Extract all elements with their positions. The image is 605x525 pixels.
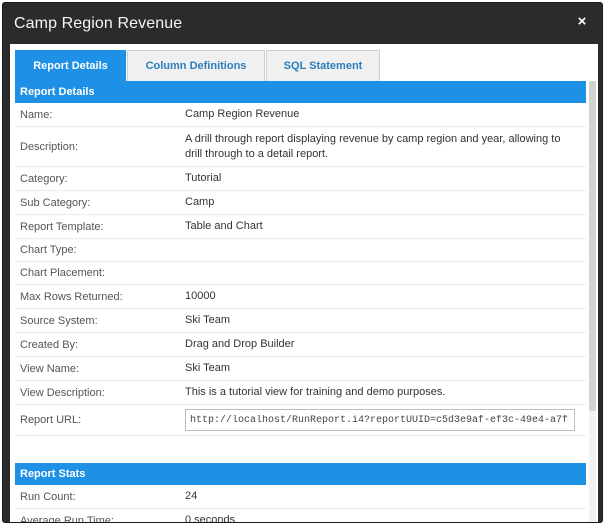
detail-label: Chart Type: [20,244,77,256]
stat-value: 24 [185,490,198,502]
detail-value: Ski Team [185,362,231,374]
tab-report-details[interactable]: Report Details [15,50,126,81]
detail-label: Max Rows Returned: [20,290,123,303]
detail-row-created-by: Created By: Drag and Drop Builder [15,333,586,357]
dialog-title: Camp Region Revenue [14,15,183,32]
detail-row-name: Name: Camp Region Revenue [15,103,586,127]
detail-row-chart-placement: Chart Placement: [15,262,586,285]
detail-label: Name: [20,108,53,121]
detail-value: Ski Team [185,314,231,326]
stat-row-run-count: Run Count: 24 [15,485,586,509]
detail-label: Source System: [20,314,98,327]
detail-label: View Name: [20,362,80,375]
dialog-titlebar[interactable]: Camp Region Revenue × [3,3,602,43]
stat-label: Average Run Time: [20,514,114,523]
report-details-header: Report Details [15,81,586,103]
detail-row-view-description: View Description: This is a tutorial vie… [15,381,586,405]
tab-sql-statement[interactable]: SQL Statement [266,50,380,81]
detail-row-report-template: Report Template: Table and Chart [15,215,586,239]
dialog-body: Report Details Column Definitions SQL St… [10,44,598,523]
detail-row-sub-category: Sub Category: Camp [15,191,586,215]
detail-label: Created By: [20,338,79,351]
detail-value-url [185,405,586,435]
detail-value [185,269,586,277]
tab-column-definitions[interactable]: Column Definitions [127,50,265,81]
detail-label: Category: [20,172,68,185]
detail-value [185,246,586,254]
report-url-field[interactable] [185,409,575,431]
detail-value: A drill through report displaying revenu… [185,132,561,160]
detail-label: Chart Placement: [20,267,105,279]
stat-label: Run Count: [20,490,76,503]
detail-value: Camp [185,196,215,208]
detail-row-category: Category: Tutorial [15,167,586,191]
detail-label: Description: [20,140,79,153]
detail-value: Drag and Drop Builder [185,338,295,350]
detail-row-max-rows: Max Rows Returned: 10000 [15,285,586,309]
scrollbar-thumb[interactable] [589,81,596,411]
detail-label: Sub Category: [20,196,91,209]
details-panel: Report Details Name: Camp Region Revenue… [15,81,586,523]
detail-value: This is a tutorial view for training and… [185,386,446,398]
detail-label: Report URL: [20,414,82,426]
detail-value: Table and Chart [185,220,263,232]
close-icon[interactable]: × [574,13,590,31]
detail-value: Tutorial [185,172,222,184]
detail-row-view-name: View Name: Ski Team [15,357,586,381]
report-stats-header: Report Stats [15,463,586,485]
detail-value: 10000 [185,290,216,302]
detail-label: View Description: [20,386,105,399]
stat-value: 0 seconds [185,514,236,523]
detail-label: Report Template: [20,220,104,233]
vertical-scrollbar[interactable] [589,81,596,522]
detail-row-description: Description: A drill through report disp… [15,127,586,167]
report-info-dialog: Camp Region Revenue × Report Details Col… [2,2,603,523]
detail-value: Camp Region Revenue [185,108,300,120]
detail-row-source-system: Source System: Ski Team [15,309,586,333]
tab-bar: Report Details Column Definitions SQL St… [15,50,381,81]
detail-row-chart-type: Chart Type: [15,239,586,262]
stat-row-average-run-time: Average Run Time: 0 seconds [15,509,586,523]
detail-row-report-url: Report URL: [15,405,586,436]
